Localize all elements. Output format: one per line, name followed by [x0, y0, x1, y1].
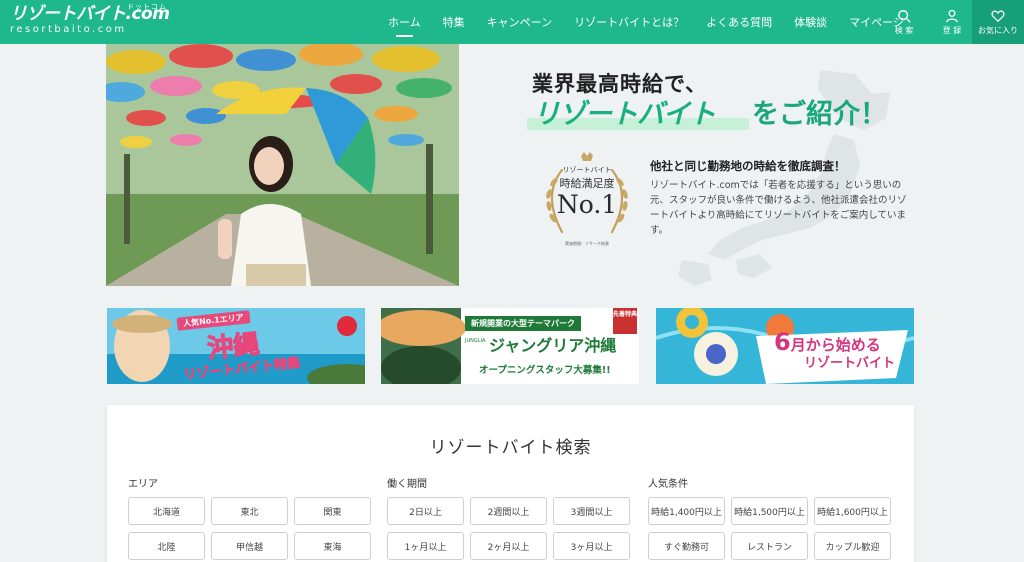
badge-rank: No.1 [556, 190, 618, 219]
nav-about[interactable]: リゾートバイトとは？ [574, 14, 684, 30]
satisfaction-badge: リゾートバイト 時給満足度 No.1 実施期間：リサーチ結果 [532, 150, 642, 254]
area-option-hokkaido[interactable]: 北海道 [128, 497, 205, 525]
site-logo[interactable]: リゾートバイト.com ドットコム resortbaito.com [10, 3, 170, 36]
conditions-filter-group: 人気条件 時給1,400円以上 時給1,500円以上 時給1,600円以上 すぐ… [648, 475, 891, 560]
condition-option[interactable]: 時給1,600円以上 [814, 497, 891, 525]
junglia-subtitle: オープニングスタッフ大募集!! [479, 365, 611, 376]
condition-option[interactable]: カップル歓迎 [814, 532, 891, 560]
period-option[interactable]: 2ヶ月以上 [470, 532, 547, 560]
favorite-label: お気に入り [978, 25, 1018, 35]
header-register-button[interactable]: 登 録 [928, 0, 976, 44]
june-subtitle: リゾートバイト [804, 356, 896, 371]
hero-photo [106, 44, 459, 286]
junglia-logo: JUNGLIA [465, 338, 486, 344]
period-option[interactable]: 1ヶ月以上 [387, 532, 464, 560]
area-filter-group: エリア 北海道 東北 関東 北陸 甲信越 東海 [128, 475, 371, 560]
condition-option[interactable]: 時給1,400円以上 [648, 497, 725, 525]
area-label: エリア [128, 479, 158, 490]
june-start-banner[interactable]: 6月から始める リゾートバイト [656, 308, 914, 384]
nav-home[interactable]: ホーム [388, 14, 421, 37]
nav-features[interactable]: 特集 [443, 14, 465, 30]
condition-option[interactable]: 時給1,500円以上 [731, 497, 808, 525]
header-search-button[interactable]: 検 索 [880, 0, 928, 44]
condition-option[interactable]: レストラン [731, 532, 808, 560]
badge-line-2: 時給満足度 [559, 177, 615, 190]
area-option-tokai[interactable]: 東海 [294, 532, 371, 560]
june-month-number: 6 [774, 328, 791, 356]
period-option[interactable]: 2日以上 [387, 497, 464, 525]
area-option-tohoku[interactable]: 東北 [211, 497, 288, 525]
register-label: 登 録 [942, 25, 962, 35]
search-label: 検 索 [894, 25, 914, 35]
heart-icon [991, 10, 1005, 22]
nav-campaign[interactable]: キャンペーン [487, 14, 552, 30]
conditions-label: 人気条件 [648, 479, 688, 490]
okinawa-feature-banner[interactable]: 人気No.1エリア 沖縄 リゾートバイト特集 [107, 308, 365, 384]
nav-faq[interactable]: よくある質問 [706, 14, 772, 30]
hero-description: リゾートバイト.comでは「若者を応援する」という思いの元、スタッフが良い条件で… [650, 180, 907, 236]
period-option[interactable]: 3週間以上 [553, 497, 630, 525]
junglia-ribbon: 先着特典 [613, 308, 637, 334]
site-header: リゾートバイト.com ドットコム resortbaito.com ホーム 特集… [0, 0, 1024, 44]
hero-subheading: 他社と同じ勤務地の時給を徹底調査！ [650, 159, 846, 173]
area-option-hokuriku[interactable]: 北陸 [128, 532, 205, 560]
user-icon [946, 9, 958, 22]
hero-highlight: リゾートバイト [527, 98, 749, 132]
junglia-title: ジャングリア沖縄 [489, 336, 617, 355]
badge-line-1: リゾートバイト [562, 166, 612, 174]
condition-option[interactable]: すぐ勤務可 [648, 532, 725, 560]
period-option[interactable]: 3ヶ月以上 [553, 532, 630, 560]
hero-headline: 業界最高時給で、 [532, 72, 708, 96]
hero-highlight-text: リゾートバイト [533, 99, 716, 130]
search-icon [898, 9, 911, 23]
area-option-koshinetsu[interactable]: 甲信越 [211, 532, 288, 560]
nav-stories[interactable]: 体験談 [794, 14, 827, 30]
badge-note: 実施期間：リサーチ結果 [565, 241, 609, 246]
hero-headline-rest: をご紹介！ [752, 99, 887, 130]
search-title: リゾートバイト検索 [429, 438, 592, 458]
period-label: 働く期間 [387, 479, 427, 490]
period-option[interactable]: 2週間以上 [470, 497, 547, 525]
logo-kana: ドットコム [127, 3, 167, 11]
junglia-top-label: 新規開業の大型テーマパーク [465, 316, 581, 331]
period-filter-group: 働く期間 2日以上 2週間以上 3週間以上 1ヶ月以上 2ヶ月以上 3ヶ月以上 [387, 475, 630, 560]
header-favorite-button[interactable]: お気に入り [972, 0, 1024, 44]
area-option-kanto[interactable]: 関東 [294, 497, 371, 525]
logo-subtext: resortbaito.com [10, 24, 127, 35]
junglia-banner[interactable]: 新規開業の大型テーマパーク JUNGLIA ジャングリア沖縄 オープニングスタッ… [381, 308, 639, 384]
main-nav: ホーム 特集 キャンペーン リゾートバイトとは？ よくある質問 体験談 マイペー… [388, 0, 926, 44]
job-search-panel: リゾートバイト検索 エリア 北海道 東北 関東 北陸 甲信越 東海 働く期間 2… [107, 405, 914, 562]
